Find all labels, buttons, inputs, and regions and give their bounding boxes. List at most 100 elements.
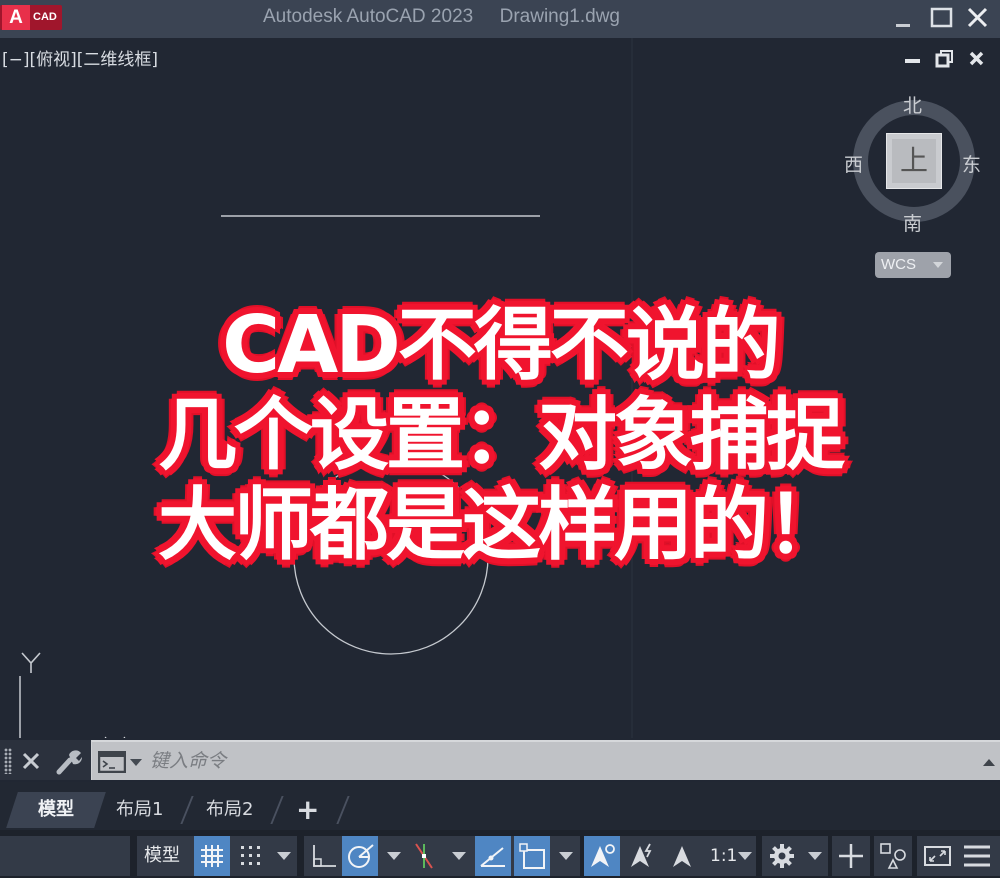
autocad-logo[interactable]: A CAD [0,5,62,30]
viewport-close-button[interactable] [966,48,988,70]
compass-east[interactable]: 东 [962,150,981,177]
maximize-icon [930,7,953,28]
face-label: 上 [892,139,936,183]
status-group-1: 模型 [137,836,297,876]
object-snap-dropdown[interactable] [559,852,573,860]
snap-button[interactable] [233,836,269,876]
customize-button[interactable] [55,747,83,775]
command-line [0,740,1000,780]
model-space-toggle[interactable]: 模型 [144,836,180,876]
chevron-down-icon [933,262,943,268]
caption-line-3: 大师都是这样用的！ [158,479,845,571]
annotation-monitor-button[interactable] [833,836,869,876]
annotation-visibility-button[interactable] [584,836,620,876]
document-title: Drawing1.dwg [499,6,621,27]
fullscreen-icon [924,846,951,866]
snap-dropdown[interactable] [277,852,291,860]
status-group-6 [874,836,912,876]
object-snap-button[interactable] [514,836,550,876]
annotation-scale-label[interactable]: 1:1 [710,836,737,876]
workspace-dropdown[interactable] [808,852,822,860]
annotation-scale-icon [673,846,691,867]
viewport-controls-label[interactable]: [−][俯视][二维线框] [2,45,158,70]
drag-handle[interactable] [4,748,12,774]
viewcube[interactable]: 上 北 南 东 西 [844,95,981,235]
compass-north[interactable]: 北 [903,91,922,118]
tab-separator [336,796,350,824]
ortho-icon [313,845,336,867]
ucs-icon [19,652,41,738]
grid-icon [201,845,223,867]
close-icon [22,752,40,770]
isodraft-button[interactable] [406,836,442,876]
ortho-button[interactable] [304,836,340,876]
wrench-icon [56,750,83,775]
status-group-2 [304,836,580,876]
tab-layout1[interactable]: 布局1 [116,792,163,828]
status-group-7 [917,836,1000,876]
caption-line-1: CAD不得不说的 [222,299,781,391]
maximize-button[interactable] [926,4,956,34]
viewcube-top-face[interactable]: 上 [886,133,942,189]
isolate-objects-button[interactable] [875,836,911,876]
customization-button[interactable] [959,836,995,876]
auto-scale-button[interactable] [624,836,660,876]
tab-layout2[interactable]: 布局2 [206,792,253,828]
gear-icon [770,844,794,868]
caption-line-2: 几个设置：对象捕捉 [158,389,845,481]
close-viewport-icon [969,51,984,66]
wcs-label: WCS [881,256,916,273]
status-group-4 [762,836,828,876]
isodraft-dropdown[interactable] [452,852,466,860]
status-bar: 模型 1:1 [0,830,1000,878]
coordinates-display[interactable] [0,836,130,876]
wcs-menu[interactable]: WCS [875,252,951,278]
command-input-area[interactable] [91,740,1000,780]
grid-button[interactable] [194,836,230,876]
minimize-button[interactable] [888,4,918,34]
status-group-5 [832,836,870,876]
layout-tabs: 模型 布局1 布局2 + [0,782,1000,830]
polar-tracking-icon [348,844,374,868]
add-layout-button[interactable]: + [296,792,324,828]
close-command-line-button[interactable] [20,748,42,772]
overlay-caption: CAD不得不说的 几个设置：对象捕捉 大师都是这样用的！ [0,300,1000,570]
annotation-scale-dropdown[interactable] [738,852,752,860]
object-snap-icon [519,843,545,869]
command-input[interactable] [150,747,950,775]
object-snap-tracking-icon [480,847,505,867]
status-group-3: 1:1 [584,836,756,876]
compass-south[interactable]: 南 [903,209,922,236]
title-bar: A CAD Autodesk AutoCAD 2023 Drawing1.dwg [0,0,1000,38]
isodraft-icon [415,843,433,869]
window-title: Autodesk AutoCAD 2023 Drawing1.dwg [263,6,620,28]
fullscreen-button[interactable] [919,836,955,876]
app-title: Autodesk AutoCAD 2023 [263,6,474,27]
snap-dots-icon [241,846,260,865]
minimize-viewport-icon [905,59,920,63]
tab-separator [270,796,284,824]
command-history-toggle[interactable] [983,759,995,766]
shapes-icon [880,843,906,869]
tab-model[interactable]: 模型 [6,792,106,828]
viewport-minimize-button[interactable] [902,48,924,70]
auto-scale-icon [631,843,652,867]
annotation-scale-icon-button[interactable] [664,836,700,876]
close-icon [967,7,988,28]
crosshair-cursor [104,736,126,738]
viewport-restore-button[interactable] [934,48,956,70]
plus-icon [839,844,863,868]
minimize-icon [896,24,910,27]
polar-dropdown[interactable] [387,852,401,860]
restore-viewport-icon [935,50,953,68]
logo-letter: A [2,5,30,30]
annotation-visibility-icon [591,844,615,867]
object-snap-tracking-button[interactable] [475,836,511,876]
command-prompt-icon[interactable] [98,751,126,773]
hamburger-menu-icon [964,845,990,867]
recent-commands-dropdown[interactable] [130,759,142,766]
workspace-button[interactable] [764,836,800,876]
compass-west[interactable]: 西 [844,150,863,177]
polar-tracking-button[interactable] [342,836,378,876]
close-button[interactable] [964,4,994,34]
